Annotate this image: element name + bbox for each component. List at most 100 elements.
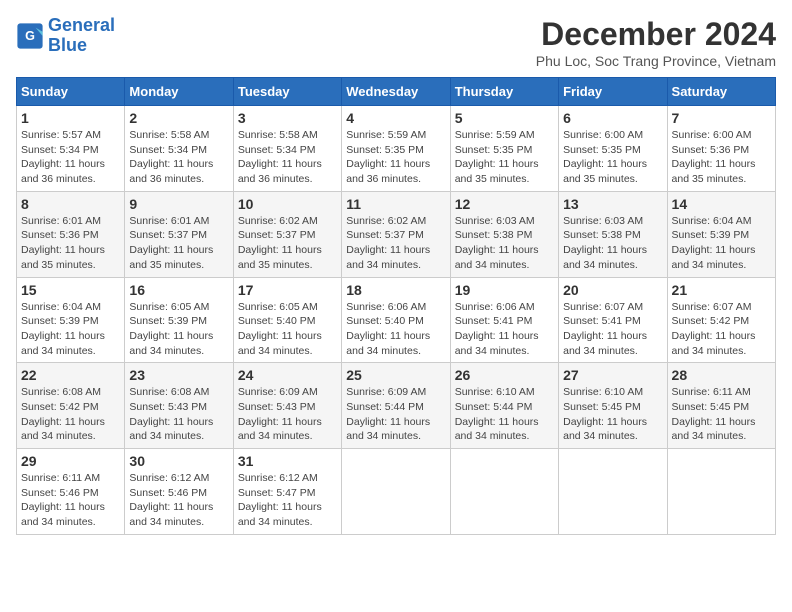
day-header-sunday: Sunday	[17, 78, 125, 106]
day-info: Sunrise: 6:06 AM Sunset: 5:41 PM Dayligh…	[455, 300, 554, 359]
page-header: G General Blue December 2024 Phu Loc, So…	[16, 16, 776, 69]
calendar-cell: 30 Sunrise: 6:12 AM Sunset: 5:46 PM Dayl…	[125, 449, 233, 535]
day-number: 22	[21, 367, 120, 383]
day-info: Sunrise: 6:11 AM Sunset: 5:45 PM Dayligh…	[672, 385, 771, 444]
calendar-cell	[342, 449, 450, 535]
week-row-5: 29 Sunrise: 6:11 AM Sunset: 5:46 PM Dayl…	[17, 449, 776, 535]
calendar-cell: 19 Sunrise: 6:06 AM Sunset: 5:41 PM Dayl…	[450, 277, 558, 363]
day-info: Sunrise: 6:01 AM Sunset: 5:36 PM Dayligh…	[21, 214, 120, 273]
calendar-cell: 16 Sunrise: 6:05 AM Sunset: 5:39 PM Dayl…	[125, 277, 233, 363]
day-info: Sunrise: 6:12 AM Sunset: 5:47 PM Dayligh…	[238, 471, 337, 530]
week-row-1: 1 Sunrise: 5:57 AM Sunset: 5:34 PM Dayli…	[17, 106, 776, 192]
calendar-cell: 17 Sunrise: 6:05 AM Sunset: 5:40 PM Dayl…	[233, 277, 341, 363]
day-number: 28	[672, 367, 771, 383]
calendar-cell: 24 Sunrise: 6:09 AM Sunset: 5:43 PM Dayl…	[233, 363, 341, 449]
day-info: Sunrise: 6:03 AM Sunset: 5:38 PM Dayligh…	[455, 214, 554, 273]
calendar-cell: 26 Sunrise: 6:10 AM Sunset: 5:44 PM Dayl…	[450, 363, 558, 449]
day-info: Sunrise: 6:07 AM Sunset: 5:42 PM Dayligh…	[672, 300, 771, 359]
week-row-3: 15 Sunrise: 6:04 AM Sunset: 5:39 PM Dayl…	[17, 277, 776, 363]
day-number: 29	[21, 453, 120, 469]
calendar-cell: 3 Sunrise: 5:58 AM Sunset: 5:34 PM Dayli…	[233, 106, 341, 192]
calendar-cell: 28 Sunrise: 6:11 AM Sunset: 5:45 PM Dayl…	[667, 363, 775, 449]
day-number: 15	[21, 282, 120, 298]
day-info: Sunrise: 5:59 AM Sunset: 5:35 PM Dayligh…	[346, 128, 445, 187]
calendar-cell: 11 Sunrise: 6:02 AM Sunset: 5:37 PM Dayl…	[342, 191, 450, 277]
calendar-cell: 13 Sunrise: 6:03 AM Sunset: 5:38 PM Dayl…	[559, 191, 667, 277]
day-number: 1	[21, 110, 120, 126]
day-number: 11	[346, 196, 445, 212]
calendar-cell: 15 Sunrise: 6:04 AM Sunset: 5:39 PM Dayl…	[17, 277, 125, 363]
day-number: 3	[238, 110, 337, 126]
location: Phu Loc, Soc Trang Province, Vietnam	[536, 53, 776, 69]
day-number: 31	[238, 453, 337, 469]
calendar-cell: 20 Sunrise: 6:07 AM Sunset: 5:41 PM Dayl…	[559, 277, 667, 363]
day-info: Sunrise: 6:05 AM Sunset: 5:40 PM Dayligh…	[238, 300, 337, 359]
day-header-friday: Friday	[559, 78, 667, 106]
day-number: 8	[21, 196, 120, 212]
day-info: Sunrise: 6:04 AM Sunset: 5:39 PM Dayligh…	[672, 214, 771, 273]
day-number: 10	[238, 196, 337, 212]
day-header-saturday: Saturday	[667, 78, 775, 106]
calendar-cell: 27 Sunrise: 6:10 AM Sunset: 5:45 PM Dayl…	[559, 363, 667, 449]
day-info: Sunrise: 6:04 AM Sunset: 5:39 PM Dayligh…	[21, 300, 120, 359]
day-number: 13	[563, 196, 662, 212]
day-info: Sunrise: 5:59 AM Sunset: 5:35 PM Dayligh…	[455, 128, 554, 187]
calendar-cell: 1 Sunrise: 5:57 AM Sunset: 5:34 PM Dayli…	[17, 106, 125, 192]
day-number: 7	[672, 110, 771, 126]
calendar: SundayMondayTuesdayWednesdayThursdayFrid…	[16, 77, 776, 535]
calendar-cell: 25 Sunrise: 6:09 AM Sunset: 5:44 PM Dayl…	[342, 363, 450, 449]
day-number: 5	[455, 110, 554, 126]
day-info: Sunrise: 6:09 AM Sunset: 5:43 PM Dayligh…	[238, 385, 337, 444]
day-number: 9	[129, 196, 228, 212]
calendar-cell: 12 Sunrise: 6:03 AM Sunset: 5:38 PM Dayl…	[450, 191, 558, 277]
week-row-4: 22 Sunrise: 6:08 AM Sunset: 5:42 PM Dayl…	[17, 363, 776, 449]
day-number: 16	[129, 282, 228, 298]
day-number: 19	[455, 282, 554, 298]
month-title: December 2024	[536, 16, 776, 53]
day-number: 18	[346, 282, 445, 298]
day-number: 14	[672, 196, 771, 212]
day-info: Sunrise: 6:01 AM Sunset: 5:37 PM Dayligh…	[129, 214, 228, 273]
logo-line1: General	[48, 15, 115, 35]
logo-line2: Blue	[48, 35, 87, 55]
day-number: 12	[455, 196, 554, 212]
day-info: Sunrise: 6:02 AM Sunset: 5:37 PM Dayligh…	[238, 214, 337, 273]
svg-text:G: G	[25, 29, 35, 43]
calendar-cell	[667, 449, 775, 535]
calendar-cell: 29 Sunrise: 6:11 AM Sunset: 5:46 PM Dayl…	[17, 449, 125, 535]
day-number: 4	[346, 110, 445, 126]
day-info: Sunrise: 5:58 AM Sunset: 5:34 PM Dayligh…	[129, 128, 228, 187]
calendar-cell: 18 Sunrise: 6:06 AM Sunset: 5:40 PM Dayl…	[342, 277, 450, 363]
calendar-cell	[450, 449, 558, 535]
day-info: Sunrise: 6:00 AM Sunset: 5:36 PM Dayligh…	[672, 128, 771, 187]
day-number: 6	[563, 110, 662, 126]
calendar-cell: 21 Sunrise: 6:07 AM Sunset: 5:42 PM Dayl…	[667, 277, 775, 363]
calendar-body: 1 Sunrise: 5:57 AM Sunset: 5:34 PM Dayli…	[17, 106, 776, 535]
calendar-header-row: SundayMondayTuesdayWednesdayThursdayFrid…	[17, 78, 776, 106]
title-area: December 2024 Phu Loc, Soc Trang Provinc…	[536, 16, 776, 69]
day-number: 24	[238, 367, 337, 383]
day-header-wednesday: Wednesday	[342, 78, 450, 106]
day-number: 17	[238, 282, 337, 298]
calendar-cell: 5 Sunrise: 5:59 AM Sunset: 5:35 PM Dayli…	[450, 106, 558, 192]
day-number: 2	[129, 110, 228, 126]
day-header-monday: Monday	[125, 78, 233, 106]
day-number: 23	[129, 367, 228, 383]
day-info: Sunrise: 6:02 AM Sunset: 5:37 PM Dayligh…	[346, 214, 445, 273]
week-row-2: 8 Sunrise: 6:01 AM Sunset: 5:36 PM Dayli…	[17, 191, 776, 277]
calendar-cell: 4 Sunrise: 5:59 AM Sunset: 5:35 PM Dayli…	[342, 106, 450, 192]
day-info: Sunrise: 5:58 AM Sunset: 5:34 PM Dayligh…	[238, 128, 337, 187]
day-info: Sunrise: 6:08 AM Sunset: 5:43 PM Dayligh…	[129, 385, 228, 444]
day-number: 20	[563, 282, 662, 298]
day-header-tuesday: Tuesday	[233, 78, 341, 106]
day-info: Sunrise: 6:10 AM Sunset: 5:44 PM Dayligh…	[455, 385, 554, 444]
calendar-cell: 2 Sunrise: 5:58 AM Sunset: 5:34 PM Dayli…	[125, 106, 233, 192]
day-info: Sunrise: 6:03 AM Sunset: 5:38 PM Dayligh…	[563, 214, 662, 273]
day-info: Sunrise: 6:06 AM Sunset: 5:40 PM Dayligh…	[346, 300, 445, 359]
day-info: Sunrise: 6:09 AM Sunset: 5:44 PM Dayligh…	[346, 385, 445, 444]
day-info: Sunrise: 6:00 AM Sunset: 5:35 PM Dayligh…	[563, 128, 662, 187]
calendar-cell	[559, 449, 667, 535]
calendar-cell: 22 Sunrise: 6:08 AM Sunset: 5:42 PM Dayl…	[17, 363, 125, 449]
day-info: Sunrise: 6:11 AM Sunset: 5:46 PM Dayligh…	[21, 471, 120, 530]
day-header-thursday: Thursday	[450, 78, 558, 106]
